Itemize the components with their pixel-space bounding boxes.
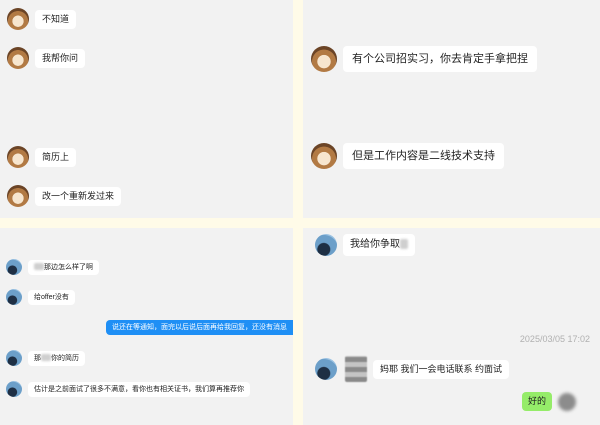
message-text: 估计是之前面试了很多不满意，看你也有相关证书，我们算再推荐你 [34, 385, 244, 393]
message-bubble: 估计是之前面试了很多不满意，看你也有相关证书，我们算再推荐你 [28, 381, 250, 397]
message-text: 给offer没有 [34, 293, 69, 301]
message-bubble: 有个公司招实习，你去肯定手拿把捏 [343, 46, 537, 72]
avatar[interactable] [6, 259, 22, 275]
chat-panel-bottom-right: 我给你争取 2025/03/05 17:02 妈耶 我们一会电话联系 约面试 好… [303, 228, 600, 425]
avatar[interactable] [7, 146, 29, 168]
redacted-text [41, 354, 51, 362]
message-bubble: 我给你争取 [343, 234, 415, 256]
avatar[interactable] [6, 350, 22, 366]
avatar[interactable] [315, 358, 337, 380]
message-row-outgoing: 好的 [521, 392, 576, 411]
message-row: 估计是之前面试了很多不满意，看你也有相关证书，我们算再推荐你 [6, 381, 250, 397]
avatar[interactable] [7, 185, 29, 207]
message-bubble: 简历上 [35, 147, 77, 167]
message-row: 有个公司招实习，你去肯定手拿把捏 [311, 46, 537, 72]
message-row: 不知道 [7, 8, 77, 30]
avatar[interactable] [6, 381, 22, 397]
message-bubble: 给offer没有 [28, 289, 75, 305]
avatar[interactable] [311, 46, 337, 72]
message-row: 简历上 [7, 146, 77, 168]
message-text: 那边怎么样了啊 [44, 263, 93, 271]
avatar-blurred[interactable] [558, 392, 576, 411]
chat-panel-top-right: 有个公司招实习，你去肯定手拿把捏 但是工作内容是二线技术支持 [303, 0, 600, 218]
avatar[interactable] [6, 289, 22, 305]
avatar[interactable] [7, 8, 29, 30]
message-bubble-outgoing: 好的 [521, 392, 552, 411]
message-bubble: 那边怎么样了啊 [28, 259, 99, 275]
message-row: 但是工作内容是二线技术支持 [311, 143, 504, 169]
message-bubble: 我帮你问 [35, 48, 86, 68]
message-bubble: 不知道 [35, 9, 77, 29]
message-bubble: 但是工作内容是二线技术支持 [343, 143, 504, 169]
avatar[interactable] [315, 234, 337, 256]
avatar[interactable] [311, 143, 337, 169]
message-row: 那 你的简历 [6, 350, 85, 366]
timestamp: 2025/03/05 17:02 [519, 334, 590, 344]
message-bubble-outgoing: 说还在等通知，面完以后说后面再给我回复，还没有消息 [106, 320, 293, 335]
message-row: 妈耶 我们一会电话联系 约面试 [315, 356, 510, 382]
message-row: 我给你争取 [315, 234, 415, 256]
redacted-text [400, 239, 408, 250]
message-text: 你的简历 [51, 354, 79, 362]
message-row: 给offer没有 [6, 289, 75, 305]
message-row: 改一个重新发过来 [7, 185, 122, 207]
message-bubble: 改一个重新发过来 [35, 186, 122, 206]
message-row: 那边怎么样了啊 [6, 259, 99, 275]
chat-panel-top-left: 不知道 我帮你问 简历上 改一个重新发过来 [0, 0, 293, 218]
message-prefix: 那 [34, 354, 41, 362]
chat-panel-bottom-left: 那边怎么样了啊 给offer没有 说还在等通知，面完以后说后面再给我回复，还没有… [0, 228, 293, 425]
avatar[interactable] [7, 47, 29, 69]
message-row: 我帮你问 [7, 47, 86, 69]
message-text: 我给你争取 [350, 239, 400, 250]
message-bubble: 那 你的简历 [28, 350, 85, 366]
message-bubble: 妈耶 我们一会电话联系 约面试 [373, 359, 510, 379]
redacted-name-mosaic [345, 356, 367, 382]
redacted-text [34, 263, 44, 271]
message-row-outgoing: 说还在等通知，面完以后说后面再给我回复，还没有消息 [106, 320, 293, 335]
